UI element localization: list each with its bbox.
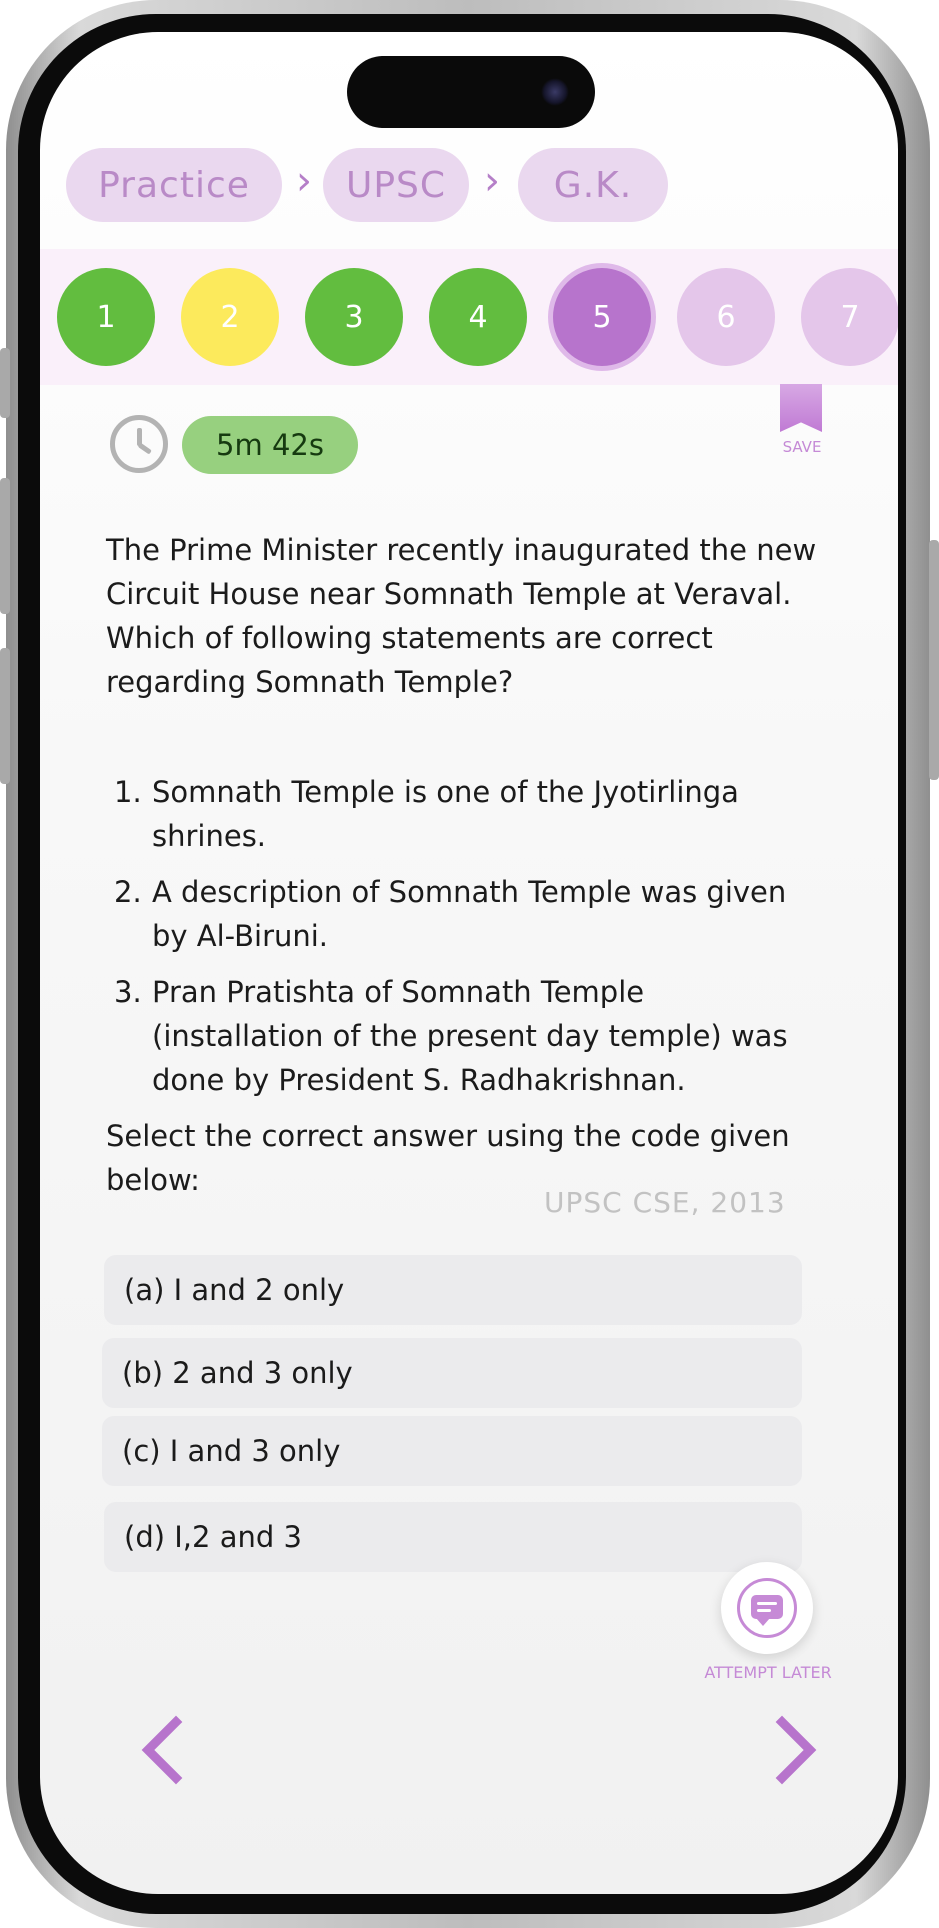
question-dot-1[interactable]: 1 — [57, 268, 155, 366]
save-label[interactable]: SAVE — [770, 438, 834, 456]
question-dot-3[interactable]: 3 — [305, 268, 403, 366]
volume-up-button — [0, 478, 10, 614]
statement-number: 1. — [114, 775, 142, 809]
statement-text: A description of Somnath Temple was give… — [152, 875, 787, 953]
question-dot-5-current[interactable]: 5 — [553, 268, 651, 366]
statement-item: 1. Somnath Temple is one of the Jyotirli… — [114, 770, 834, 858]
chat-refresh-icon — [751, 1595, 783, 1626]
breadcrumb-upsc[interactable]: UPSC — [323, 148, 469, 222]
dynamic-island — [347, 56, 595, 128]
option-d[interactable]: (d) I,2 and 3 — [104, 1502, 802, 1572]
option-a[interactable]: (a) I and 2 only — [104, 1255, 802, 1325]
option-c[interactable]: (c) I and 3 only — [102, 1416, 802, 1486]
chevron-right-icon[interactable] — [760, 1714, 824, 1786]
chevron-left-icon[interactable] — [134, 1714, 198, 1786]
option-b[interactable]: (b) 2 and 3 only — [102, 1338, 802, 1408]
question-source: UPSC CSE, 2013 — [544, 1186, 786, 1219]
chat-line — [757, 1609, 771, 1612]
app-screen: Practice › UPSC › G.K. 1 2 3 4 5 6 7 5m … — [40, 32, 898, 1894]
breadcrumb-chevron-icon: › — [296, 158, 312, 204]
breadcrumb-gk[interactable]: G.K. — [518, 148, 668, 222]
breadcrumb-chevron-icon: › — [484, 158, 500, 204]
question-stem: The Prime Minister recently inaugurated … — [106, 533, 817, 699]
attempt-later-label[interactable]: ATTEMPT LATER — [680, 1663, 856, 1682]
statement-item: 2. A description of Somnath Temple was g… — [114, 870, 834, 958]
attempt-later-button[interactable] — [721, 1562, 813, 1654]
power-button — [929, 540, 939, 780]
front-camera — [541, 78, 569, 106]
timer-value: 5m 42s — [182, 416, 358, 474]
chat-line — [757, 1602, 777, 1605]
breadcrumb-practice[interactable]: Practice — [66, 148, 282, 222]
question-dot-4[interactable]: 4 — [429, 268, 527, 366]
statement-item: 3. Pran Pratishta of Somnath Temple (ins… — [114, 970, 834, 1102]
question-dot-7[interactable]: 7 — [801, 268, 898, 366]
statement-number: 3. — [114, 975, 142, 1009]
question-dot-2[interactable]: 2 — [181, 268, 279, 366]
statement-text: Somnath Temple is one of the Jyotirlinga… — [152, 775, 739, 853]
bookmark-icon[interactable] — [780, 384, 822, 432]
question-dot-6[interactable]: 6 — [677, 268, 775, 366]
volume-down-button — [0, 648, 10, 784]
action-button — [0, 348, 10, 418]
statement-text: Pran Pratishta of Somnath Temple (instal… — [152, 975, 788, 1097]
clock-icon — [110, 415, 168, 473]
statement-number: 2. — [114, 875, 142, 909]
